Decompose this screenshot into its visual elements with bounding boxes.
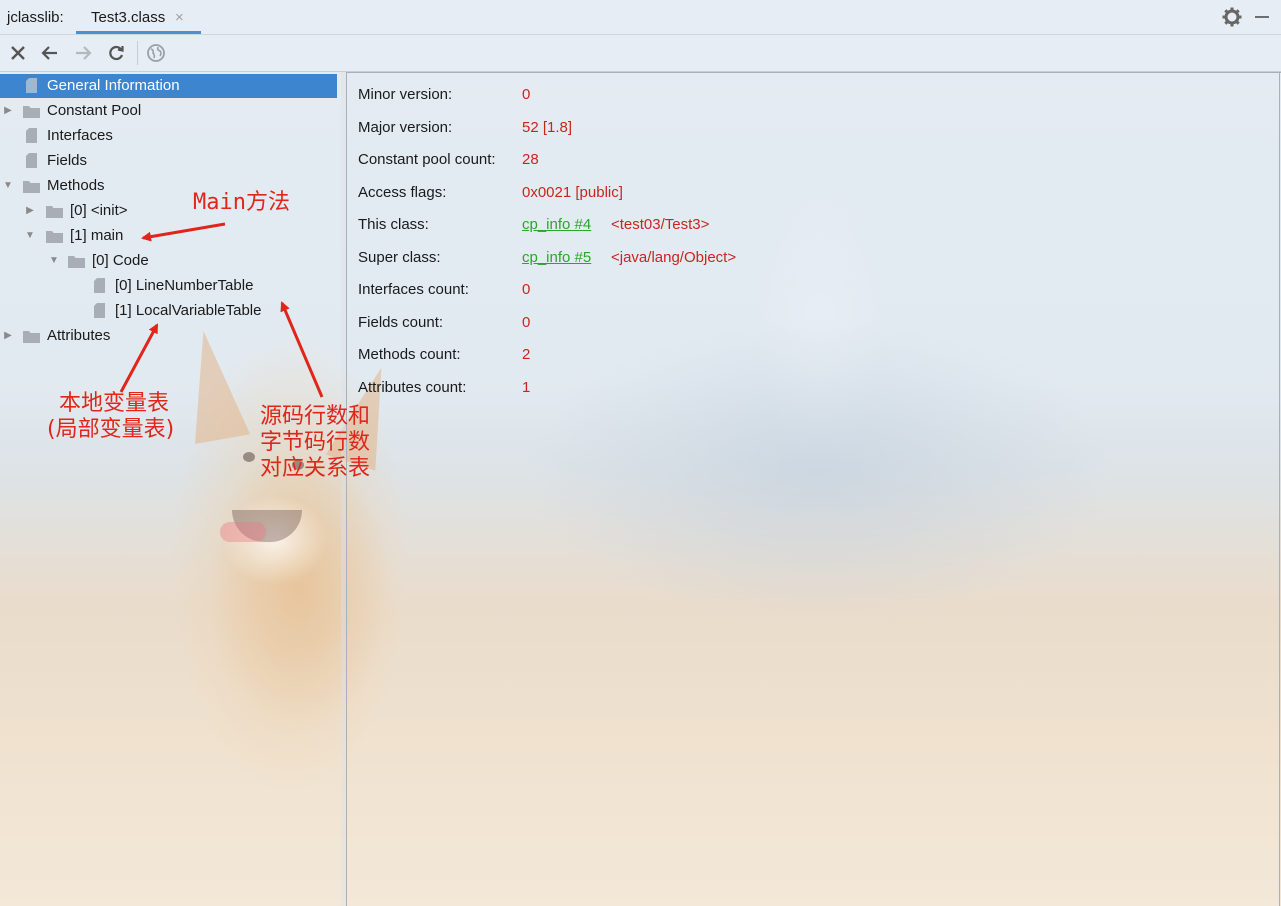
- tree-item-fields[interactable]: Fields: [0, 149, 337, 173]
- tab-test3-class[interactable]: Test3.class ×: [76, 0, 201, 34]
- minor-version-value: 0: [522, 86, 531, 103]
- tree-item-label: [1] main: [70, 227, 124, 244]
- tree-item-label: Attributes: [47, 327, 111, 344]
- close-icon[interactable]: [8, 43, 28, 63]
- tree-item-label: [0] Code: [92, 252, 149, 269]
- tree-item-line-number-table[interactable]: [0] LineNumberTable: [0, 274, 337, 298]
- folder-icon: [23, 106, 40, 118]
- folder-icon: [23, 181, 40, 193]
- this-class-value: <test03/Test3>: [611, 216, 710, 233]
- file-icon: [94, 278, 105, 293]
- line-number-annotation-line1: 源码行数和: [260, 404, 371, 429]
- file-icon: [26, 78, 37, 93]
- access-flags-value: 0x0021 [public]: [522, 184, 623, 201]
- web-globe-icon[interactable]: [146, 43, 166, 63]
- tree-item-interfaces[interactable]: Interfaces: [0, 124, 337, 148]
- main-method-annotation: Main方法: [193, 190, 290, 215]
- expand-arrow-icon[interactable]: ▶: [2, 324, 14, 348]
- app-label: jclasslib:: [7, 9, 64, 26]
- folder-icon: [23, 331, 40, 343]
- methods-count-label: Methods count:: [358, 346, 461, 363]
- folder-icon: [46, 206, 63, 218]
- super-class-link[interactable]: cp_info #5: [522, 248, 591, 268]
- interfaces-count-label: Interfaces count:: [358, 281, 469, 298]
- tree-item-label: Interfaces: [47, 127, 113, 144]
- super-class-label: Super class:: [358, 249, 441, 266]
- file-icon: [26, 153, 37, 168]
- tab-bar: jclasslib: Test3.class ×: [0, 0, 1281, 35]
- tree-item-method-main[interactable]: ▼ [1] main: [0, 224, 337, 248]
- this-class-link[interactable]: cp_info #4: [522, 215, 591, 235]
- tab-close-icon[interactable]: ×: [175, 9, 184, 26]
- toolbar-separator: [137, 41, 138, 65]
- major-version-label: Major version:: [358, 119, 453, 136]
- collapse-arrow-icon[interactable]: ▼: [24, 224, 36, 248]
- general-information-panel: [347, 72, 1281, 906]
- panel-border: [1279, 72, 1280, 906]
- tree-item-label: General Information: [47, 77, 180, 94]
- refresh-icon[interactable]: [106, 43, 126, 63]
- local-variable-annotation-line2: (局部变量表): [47, 417, 175, 442]
- folder-icon: [68, 256, 85, 268]
- expand-arrow-icon[interactable]: ▶: [24, 199, 36, 223]
- line-number-annotation-line2: 字节码行数: [260, 430, 371, 455]
- line-number-annotation-line3: 对应关系表: [260, 456, 371, 481]
- file-icon: [94, 303, 105, 318]
- tree-item-label: [0] LineNumberTable: [115, 277, 254, 294]
- tree-item-label: [1] LocalVariableTable: [115, 302, 262, 319]
- tree-item-constant-pool[interactable]: ▶ Constant Pool: [0, 99, 337, 123]
- attributes-count-value: 1: [522, 379, 531, 396]
- toolbar: [0, 35, 1281, 72]
- tree-item-label: Fields: [47, 152, 88, 169]
- tree-item-local-variable-table[interactable]: [1] LocalVariableTable: [0, 299, 337, 323]
- minor-version-label: Minor version:: [358, 86, 453, 103]
- tab-label: Test3.class: [91, 9, 166, 26]
- collapse-arrow-icon[interactable]: ▼: [48, 249, 60, 273]
- constant-pool-count-label: Constant pool count:: [358, 151, 496, 168]
- methods-count-value: 2: [522, 346, 531, 363]
- super-class-value: <java/lang/Object>: [611, 249, 737, 266]
- file-icon: [26, 128, 37, 143]
- tree-item-label: Constant Pool: [47, 102, 142, 119]
- major-version-value: 52 [1.8]: [522, 119, 573, 136]
- interfaces-count-value: 0: [522, 281, 531, 298]
- forward-arrow-icon[interactable]: [73, 43, 93, 63]
- expand-arrow-icon[interactable]: ▶: [2, 99, 14, 123]
- folder-icon: [46, 231, 63, 243]
- local-variable-annotation-line1: 本地变量表: [59, 391, 170, 416]
- fields-count-value: 0: [522, 314, 531, 331]
- tree-item-attributes[interactable]: ▶ Attributes: [0, 324, 337, 348]
- attributes-count-label: Attributes count:: [358, 379, 467, 396]
- back-arrow-icon[interactable]: [40, 43, 60, 63]
- constant-pool-count-value: 28: [522, 151, 539, 168]
- jclasslib-window: jclasslib: Test3.class × General Informa…: [0, 0, 1281, 906]
- access-flags-label: Access flags:: [358, 184, 447, 201]
- tree-item-code[interactable]: ▼ [0] Code: [0, 249, 337, 273]
- minimize-icon[interactable]: [1255, 16, 1269, 18]
- tree-item-general-information[interactable]: General Information: [0, 74, 337, 98]
- gear-icon[interactable]: [1221, 6, 1243, 28]
- tree-item-label: Methods: [47, 177, 105, 194]
- this-class-label: This class:: [358, 216, 429, 233]
- fields-count-label: Fields count:: [358, 314, 444, 331]
- collapse-arrow-icon[interactable]: ▼: [2, 174, 14, 198]
- tree-item-label: [0] <init>: [70, 202, 128, 219]
